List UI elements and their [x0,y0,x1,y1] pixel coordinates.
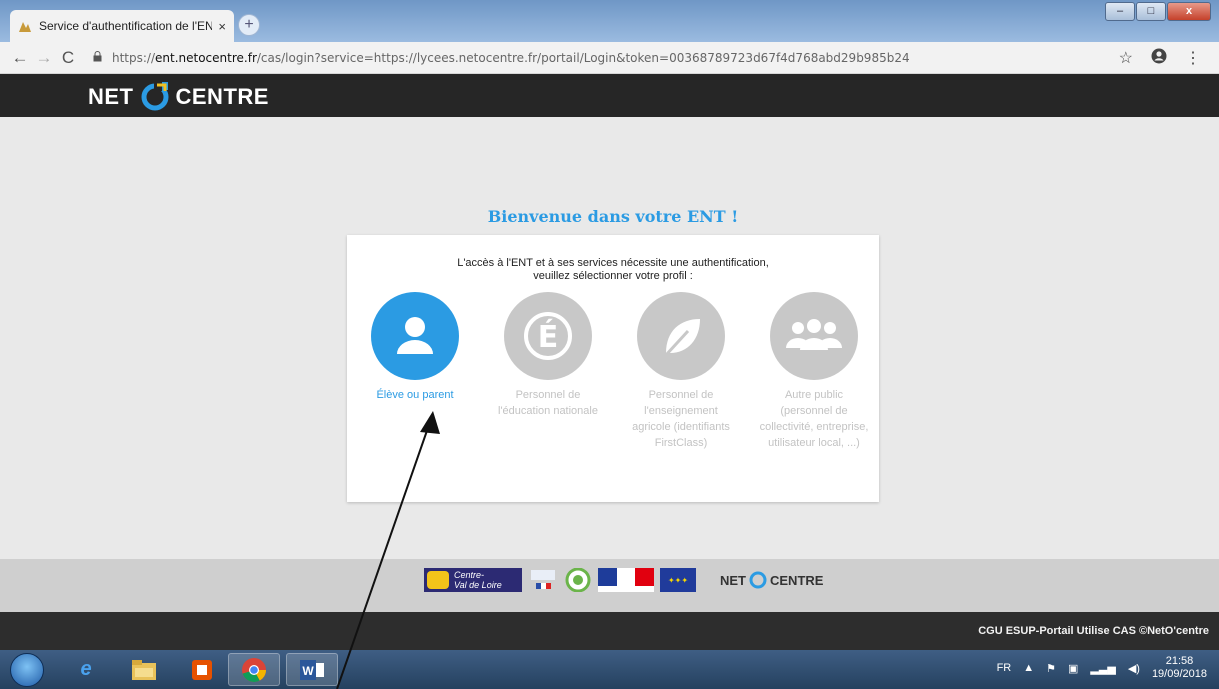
profile-education-nationale[interactable]: É Personnel de l'éducation nationale [493,292,603,419]
region-centre-logo[interactable]: Centre- Val de Loire [424,568,522,592]
svg-text:É: É [538,319,559,355]
clock-time: 21:58 [1165,655,1194,667]
back-arrow-icon[interactable]: ← [8,48,32,68]
url-scheme: https:// [112,50,156,65]
profile-eleve-parent[interactable]: Élève ou parent [360,292,470,403]
profile-label[interactable]: Personnel de l'enseignement agricole (id… [626,387,736,451]
academie-logo[interactable] [528,568,558,592]
reload-icon[interactable]: C [56,48,80,68]
netocentre-logo[interactable]: NET CENTRE [88,82,269,112]
clock[interactable]: 21:58 19/09/2018 [1152,655,1207,681]
browser-titlebar: Service d'authentification de l'EN × + –… [0,0,1219,42]
language-indicator[interactable]: FR [997,662,1012,674]
url-host: ent.netocentre.fr [155,50,257,65]
european-union-flag-icon[interactable]: ✦✦✦ [660,568,696,592]
minimize-button[interactable]: – [1105,2,1135,21]
system-tray: FR ▲ ⚑ ▣ ▂▃▅ ◀) 21:58 19/09/2018 [997,655,1207,681]
word-icon[interactable]: W [286,653,338,686]
login-main: Bienvenue dans votre ENT ! L'accès à l'E… [0,117,1219,559]
clock-date: 19/09/2018 [1151,668,1207,680]
toolbar-actions: ☆ ⋮ [1119,48,1201,68]
leaf-icon[interactable] [637,292,725,380]
profile-enseignement-agricole[interactable]: Personnel de l'enseignement agricole (id… [626,292,736,451]
network-signal-icon[interactable]: ▂▃▅ [1090,662,1115,675]
profile-label[interactable]: Élève ou parent [360,387,470,403]
e-accent-icon[interactable]: É [504,292,592,380]
media-player-icon[interactable] [176,653,228,686]
url-text: https://ent.netocentre.fr/cas/login?serv… [112,51,910,65]
window-controls: – □ x [1105,2,1211,21]
action-center-flag-icon[interactable]: ⚑ [1046,662,1056,675]
page-title: Bienvenue dans votre ENT ! [487,207,739,226]
site-header: NET CENTRE [0,74,1219,117]
file-explorer-icon[interactable] [118,653,170,686]
footer-links[interactable]: CGU ESUP-Portail Utilise CAS ©NetO'centr… [978,625,1209,637]
url-bar[interactable]: https://ent.netocentre.fr/cas/login?serv… [90,51,1119,65]
lock-icon[interactable] [90,50,104,65]
republique-francaise-logo[interactable] [598,568,654,592]
browser-tab[interactable]: Service d'authentification de l'EN × [10,10,234,42]
intro-line-1: L'accès à l'ENT et à ses services nécess… [457,257,769,269]
netcentre-footer-logo[interactable]: NET CENTRE [720,570,823,590]
maximize-button[interactable]: □ [1136,2,1166,21]
account-icon[interactable] [1151,48,1167,68]
profile-label[interactable]: Autre public (personnel de collectivité,… [759,387,869,451]
site-favicon-icon [19,22,31,32]
internet-explorer-icon[interactable]: e [60,653,112,686]
region-mark-icon [427,571,449,589]
site-footer: CGU ESUP-Portail Utilise CAS ©NetO'centr… [0,612,1219,650]
partner-logos: Centre- Val de Loire ✦✦✦ NET CENTRE [424,568,823,592]
logo-o-icon [141,82,168,111]
show-hidden-icons-icon[interactable]: ▲ [1023,662,1034,674]
profile-label[interactable]: Personnel de l'éducation nationale [493,387,603,419]
tab-close-icon[interactable]: × [218,19,226,34]
region-line-2: Val de Loire [454,580,502,590]
address-toolbar: ← → C https://ent.netocentre.fr/cas/logi… [0,42,1219,74]
card-intro: L'accès à l'ENT et à ses services nécess… [347,257,879,283]
new-tab-button[interactable]: + [238,14,260,36]
chrome-icon[interactable] [228,653,280,686]
url-path: /cas/login?service=https://lycees.netoce… [256,50,910,65]
eco-label-icon[interactable] [564,568,592,592]
logo-text-left: NET [88,84,134,109]
device-icon[interactable]: ▣ [1068,662,1078,675]
intro-line-2: veuillez sélectionner votre profil : [533,270,693,282]
person-icon[interactable] [371,292,459,380]
partners-band: Centre- Val de Loire ✦✦✦ NET CENTRE [0,559,1219,612]
profile-selection-card: L'accès à l'ENT et à ses services nécess… [347,235,879,502]
region-line-1: Centre- [454,570,485,580]
logo-text-right: CENTRE [175,84,269,109]
forward-arrow-icon[interactable]: → [32,48,56,68]
foot-logo-right: CENTRE [770,572,824,588]
tab-title: Service d'authentification de l'EN [39,19,213,33]
volume-icon[interactable]: ◀) [1128,662,1140,675]
menu-kebab-icon[interactable]: ⋮ [1185,48,1201,68]
windows-taskbar: e W FR ▲ ⚑ ▣ ▂▃▅ ◀) 21:58 19/09/2018 [0,650,1219,689]
svg-text:W: W [302,664,314,678]
bookmark-star-icon[interactable]: ☆ [1119,48,1133,68]
foot-logo-left: NET [720,572,746,588]
close-window-button[interactable]: x [1167,2,1211,21]
start-button[interactable] [10,653,44,687]
foot-logo-o-icon [749,571,767,589]
group-icon[interactable] [770,292,858,380]
profile-autre-public[interactable]: Autre public (personnel de collectivité,… [759,292,869,451]
